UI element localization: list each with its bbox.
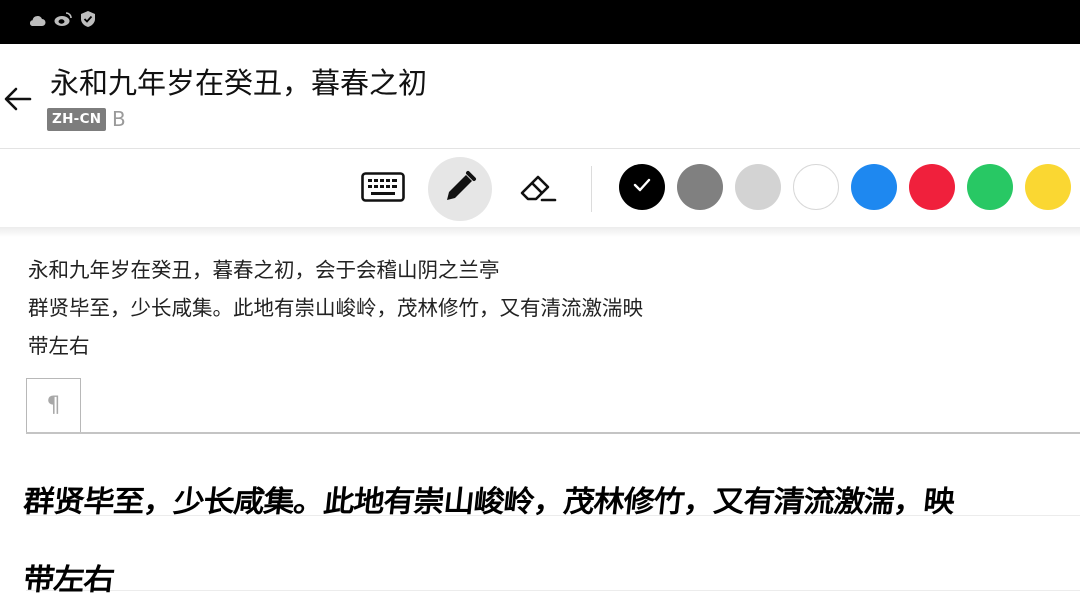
color-swatch-gray[interactable] bbox=[677, 164, 723, 210]
color-swatch-yellow[interactable] bbox=[1025, 164, 1071, 210]
toolbar-shadow bbox=[0, 227, 1080, 237]
cloud-icon bbox=[28, 12, 46, 31]
pen-button[interactable] bbox=[428, 157, 492, 221]
text-line: 永和九年岁在癸丑，暮春之初，会于会稽山阴之兰亭 bbox=[28, 258, 500, 282]
check-icon bbox=[632, 177, 652, 197]
arrow-left-icon bbox=[3, 87, 33, 118]
text-line: 群贤毕至，少长咸集。此地有崇山峻岭，茂林修竹，又有清流激湍映 bbox=[28, 296, 643, 320]
shield-check-icon bbox=[80, 10, 96, 32]
color-swatch-black[interactable] bbox=[619, 164, 665, 210]
guide-line bbox=[26, 590, 1080, 591]
color-swatch-red[interactable] bbox=[909, 164, 955, 210]
handwriting-stroke-line: 群贤毕至，少长咸集。此地有崇山峻岭，茂林修竹，又有清流激湍，映 bbox=[21, 484, 956, 519]
eraser-button[interactable] bbox=[506, 157, 570, 221]
text-line: 带左右 bbox=[28, 334, 90, 358]
eraser-icon bbox=[518, 169, 558, 209]
keyboard-button[interactable] bbox=[351, 157, 415, 221]
status-bar bbox=[0, 0, 1080, 44]
app-window: 永和九年岁在癸丑，暮春之初 ZH-CN B 永和九年岁在癸丑，暮春之初，会于会稽… bbox=[0, 44, 1080, 603]
toolbar-divider bbox=[591, 166, 592, 212]
color-swatch-blue[interactable] bbox=[851, 164, 897, 210]
language-sub-label: B bbox=[112, 107, 126, 131]
keyboard-icon bbox=[361, 172, 405, 206]
pilcrow-icon: ¶ bbox=[46, 393, 61, 418]
color-swatch-light-gray[interactable] bbox=[735, 164, 781, 210]
language-badge: ZH-CN bbox=[47, 108, 107, 131]
recognized-text[interactable]: 永和九年岁在癸丑，暮春之初，会于会稽山阴之兰亭 群贤毕至，少长咸集。此地有崇山峻… bbox=[28, 251, 1068, 365]
weibo-icon bbox=[54, 11, 72, 31]
pen-icon bbox=[442, 169, 478, 209]
toolbar bbox=[0, 149, 1080, 227]
handwriting-stroke-line: 带左右 bbox=[21, 562, 116, 597]
color-swatch-white[interactable] bbox=[793, 164, 839, 210]
page-title: 永和九年岁在癸丑，暮春之初 bbox=[50, 66, 428, 100]
header: 永和九年岁在癸丑，暮春之初 ZH-CN B bbox=[0, 44, 1080, 148]
handwriting-canvas[interactable]: 群贤毕至，少长咸集。此地有崇山峻岭，茂林修竹，又有清流激湍，映 带左右 bbox=[0, 434, 1080, 603]
color-swatch-green[interactable] bbox=[967, 164, 1013, 210]
back-button[interactable] bbox=[3, 84, 33, 114]
paragraph-button[interactable]: ¶ bbox=[26, 378, 81, 432]
